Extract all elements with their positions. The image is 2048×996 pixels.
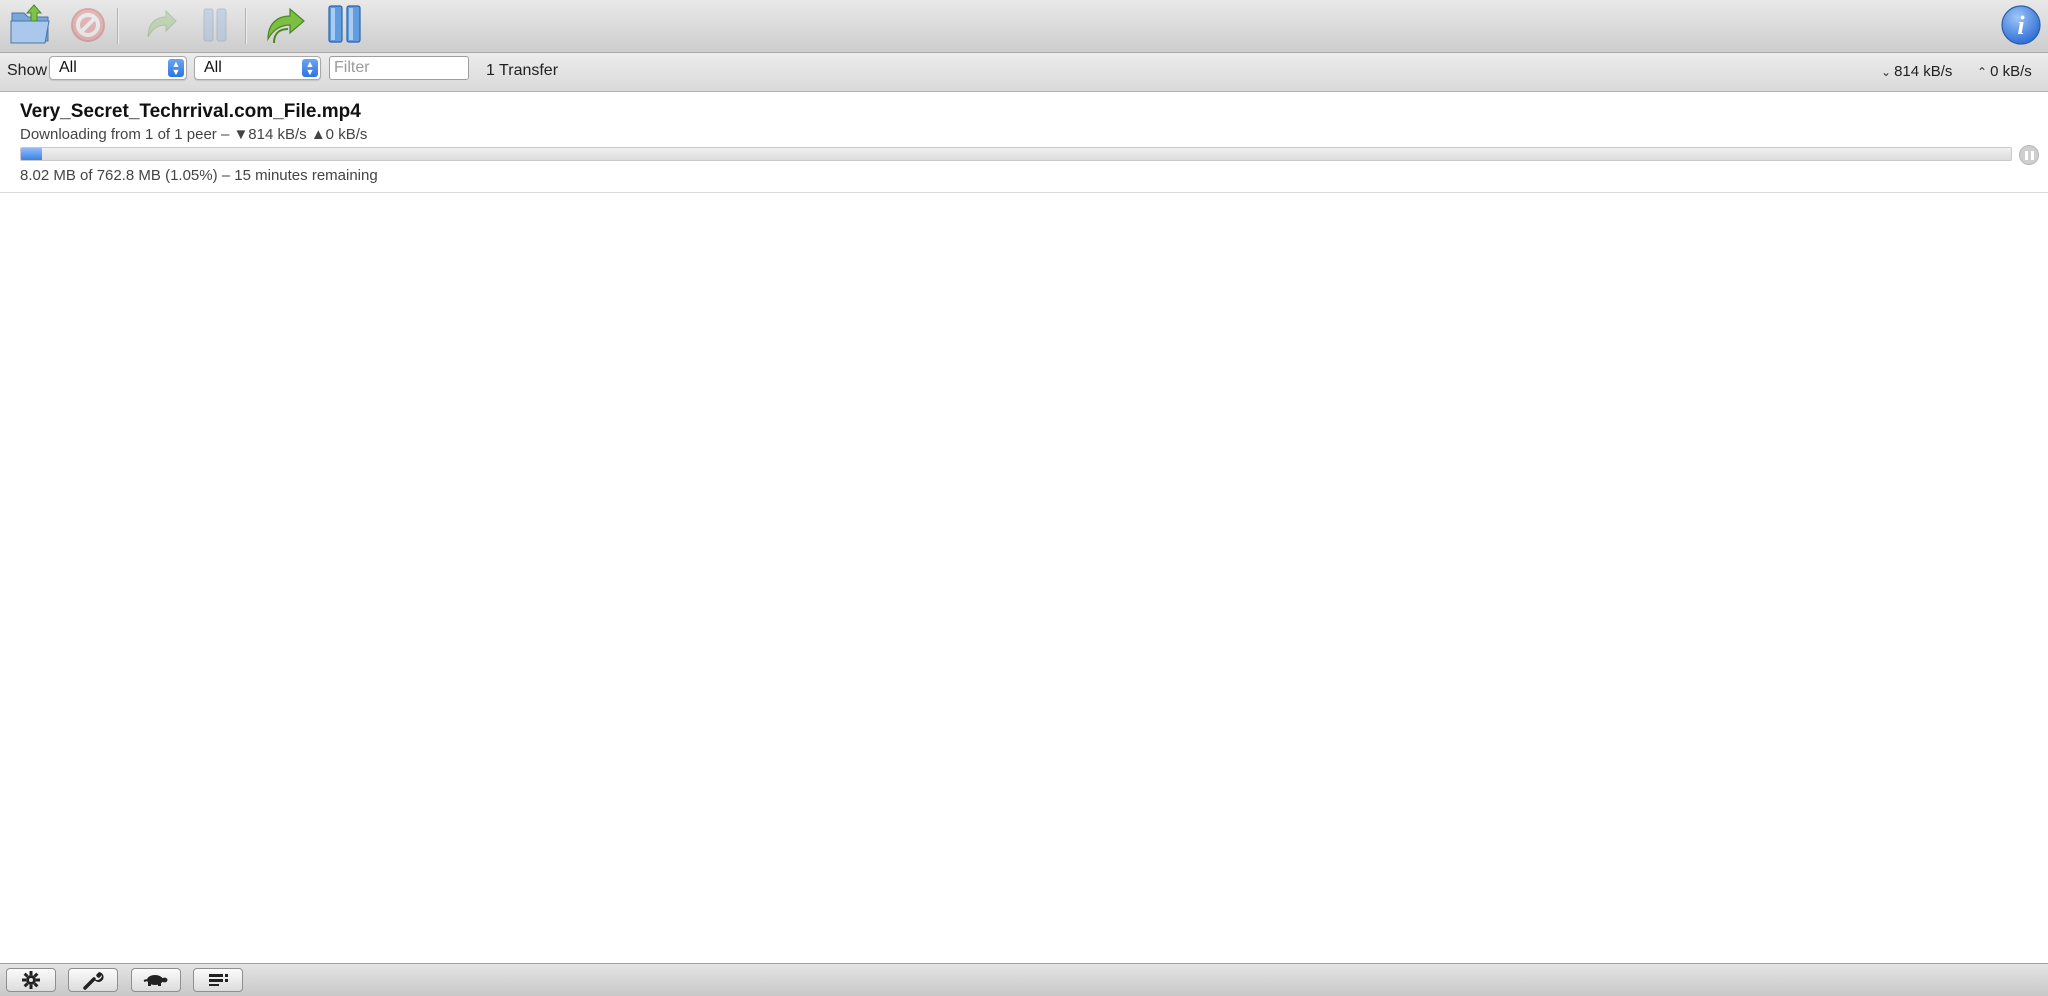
transfer-status: Downloading from 1 of 1 peer – ▼814 kB/s… [20, 126, 368, 143]
inspector-button[interactable]: i [1996, 2, 2046, 48]
toolbar: i [0, 0, 2048, 53]
filter-bar: Show All ▲▼ All ▲▼ 1 Transfer ⌄814 kB/s … [0, 53, 2048, 92]
resume-selected-button[interactable] [135, 2, 185, 48]
transfer-progress-bar [20, 147, 2012, 161]
remove-icon [71, 8, 105, 42]
upload-speed-value: 0 kB/s [1990, 63, 2032, 80]
transmission-window: i Show All ▲▼ All ▲▼ 1 Transfer ⌄814 kB/… [0, 0, 2048, 996]
upload-speed: ⌃ 0 kB/s [1977, 60, 2032, 84]
action-menu-button[interactable] [6, 968, 56, 992]
open-torrent-button[interactable] [6, 2, 56, 48]
search-input[interactable] [329, 56, 469, 80]
download-speed: ⌄ 814 kB/s [1881, 60, 1952, 84]
chevron-up-icon: ⌃ [1977, 65, 1988, 79]
wrench-icon [83, 972, 104, 990]
pause-all-icon [328, 5, 361, 43]
transfer-count: 1 Transfer [486, 62, 559, 79]
resume-all-arrow-icon [267, 7, 305, 44]
transfer-progress-fill [21, 148, 42, 160]
pause-selected-button[interactable] [190, 2, 240, 48]
toolbar-separator [245, 8, 247, 44]
status-filter-value: All [59, 59, 77, 76]
pause-all-button[interactable] [320, 2, 370, 48]
transfer-detail: 8.02 MB of 762.8 MB (1.05%) – 15 minutes… [20, 167, 378, 184]
select-arrows-icon: ▲ ▼ [302, 59, 318, 77]
resume-arrow-icon [147, 9, 177, 38]
pause-icon [2030, 150, 2034, 160]
svg-text:i: i [2017, 11, 2025, 40]
turtle-icon [143, 975, 168, 986]
group-filter-value: All [204, 59, 222, 76]
transfer-row[interactable]: Very_Secret_Techrrival.com_File.mp4 Down… [0, 93, 2048, 193]
filter-bar-toggle-button[interactable] [193, 968, 243, 992]
filter-bar-icon [209, 974, 228, 986]
group-filter-select[interactable]: All ▲ ▼ [194, 56, 321, 80]
remove-button[interactable] [63, 2, 113, 48]
resume-all-button[interactable] [262, 2, 312, 48]
pause-icon [203, 8, 227, 42]
pause-icon [2024, 150, 2028, 160]
show-label: Show [7, 62, 48, 79]
speed-limit-button[interactable] [131, 968, 181, 992]
toolbar-separator [117, 8, 119, 44]
status-filter-select[interactable]: All ▲ ▼ [49, 56, 187, 80]
info-icon: i [2001, 5, 2041, 45]
chevron-down-icon: ⌄ [1881, 65, 1892, 79]
folder-open-icon [10, 4, 50, 44]
select-arrows-icon: ▲ ▼ [168, 59, 184, 77]
bottom-bar [0, 963, 2048, 996]
transfer-name: Very_Secret_Techrrival.com_File.mp4 [20, 101, 361, 122]
download-speed-value: 814 kB/s [1894, 63, 1953, 80]
preferences-button[interactable] [68, 968, 118, 992]
gear-icon [22, 971, 40, 989]
transfer-pause-button[interactable] [2019, 145, 2039, 165]
